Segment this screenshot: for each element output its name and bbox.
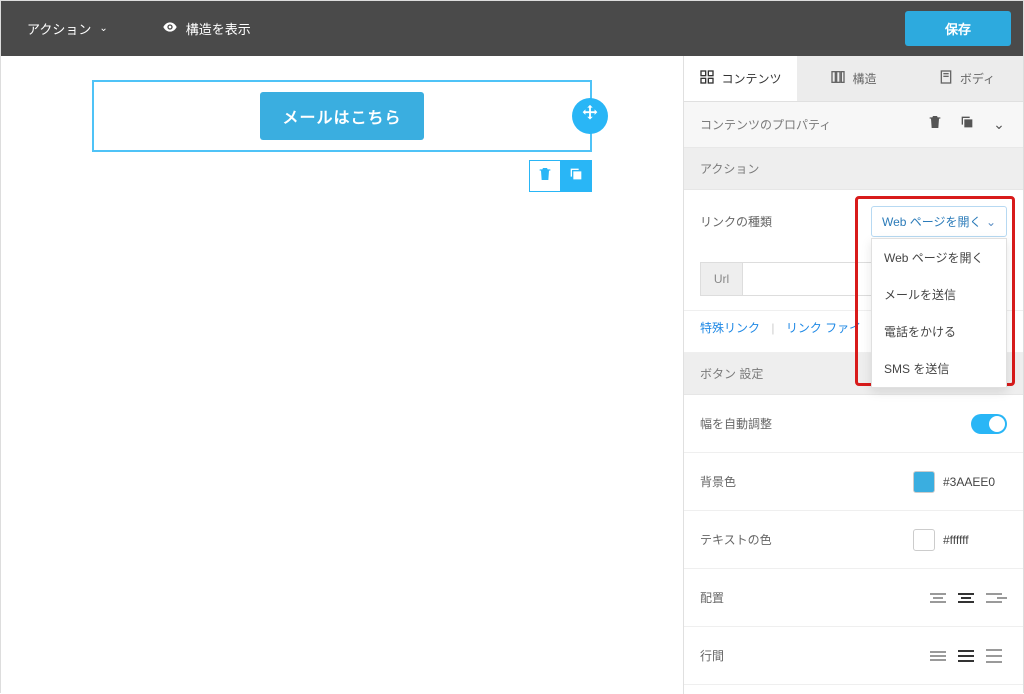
duplicate-element-button[interactable] [560,160,592,192]
section-action-heading: アクション [684,148,1023,190]
text-color-chip[interactable] [913,529,935,551]
special-links-link[interactable]: 特殊リンク [700,321,760,335]
email-button-label: メールはこちら [282,110,401,127]
tab-contents[interactable]: コンテンツ [684,56,797,101]
url-prefix-label: Url [700,262,742,296]
auto-width-toggle[interactable] [971,414,1007,434]
tab-body-label: ボディ [960,70,995,87]
tab-body[interactable]: ボディ [910,56,1023,101]
side-panel: コンテンツ 構造 ボディ コンテンツのプロパティ [683,56,1023,694]
save-button-label: 保存 [945,22,971,37]
properties-header: コンテンツのプロパティ ⌄ [684,102,1023,148]
link-type-option[interactable]: 電話をかける [872,313,1006,350]
properties-title: コンテンツのプロパティ [700,116,919,133]
page-icon [938,69,954,88]
align-left-button[interactable] [925,586,951,610]
links-divider: | [771,321,774,335]
link-type-dropdown: Web ページを開く メールを送信 電話をかける SMS を送信 [871,238,1007,388]
eye-icon [162,19,178,39]
align-center-button[interactable] [953,586,979,610]
copy-icon [959,114,975,135]
line-height-normal-button[interactable] [953,644,979,668]
chevron-down-icon: ⌄ [99,23,107,34]
top-bar: アクション ⌄ 構造を表示 保存 [1,1,1023,56]
trash-icon [537,166,553,187]
bg-color-label: 背景色 [700,473,913,490]
link-type-option[interactable]: SMS を送信 [872,350,1006,387]
line-height-row: 行間 [684,627,1023,685]
auto-width-label: 幅を自動調整 [700,415,971,432]
copy-icon [568,166,584,187]
link-type-option[interactable]: Web ページを開く [872,239,1006,276]
tab-structure-label: 構造 [852,70,876,87]
move-handle[interactable] [572,98,608,134]
link-type-option[interactable]: メールを送信 [872,276,1006,313]
link-type-selected-value: Web ページを開く [882,213,982,230]
align-right-button[interactable] [981,586,1007,610]
action-dropdown-button[interactable]: アクション ⌄ [13,11,122,46]
line-height-label: 行間 [700,647,925,664]
bg-color-row: 背景色 #3AAEE0 [684,453,1023,511]
link-type-select[interactable]: Web ページを開く ⌄ [871,206,1007,237]
email-button[interactable]: メールはこちら [260,92,423,140]
text-color-row: テキストの色 #ffffff [684,511,1023,569]
move-icon [579,103,601,130]
chevron-down-icon: ⌄ [986,215,996,229]
header-delete-button[interactable] [919,109,951,141]
header-collapse-button[interactable]: ⌄ [983,109,1015,141]
delete-element-button[interactable] [529,160,561,192]
header-duplicate-button[interactable] [951,109,983,141]
bg-color-value: #3AAEE0 [943,475,1007,489]
canvas-area[interactable]: メールはこちら [1,56,683,694]
grid-icon [699,69,715,88]
line-height-loose-button[interactable] [981,644,1007,668]
show-structure-toggle[interactable]: 構造を表示 [162,19,251,39]
link-type-label: リンクの種類 [700,213,871,230]
auto-width-row: 幅を自動調整 [684,395,1023,453]
tab-structure[interactable]: 構造 [797,56,910,101]
selected-element-outline[interactable]: メールはこちら [92,80,592,152]
show-structure-label: 構造を表示 [186,19,251,38]
trash-icon [927,114,943,135]
bg-color-chip[interactable] [913,471,935,493]
align-label: 配置 [700,589,925,606]
columns-icon [830,69,846,88]
align-row: 配置 [684,569,1023,627]
tab-contents-label: コンテンツ [721,70,781,87]
link-file-link[interactable]: リンク ファイ [786,321,861,335]
chevron-down-icon: ⌄ [993,116,1005,133]
save-button[interactable]: 保存 [905,11,1011,46]
action-dropdown-label: アクション [27,19,91,38]
text-color-label: テキストの色 [700,531,913,548]
line-height-tight-button[interactable] [925,644,951,668]
text-color-value: #ffffff [943,533,1007,547]
